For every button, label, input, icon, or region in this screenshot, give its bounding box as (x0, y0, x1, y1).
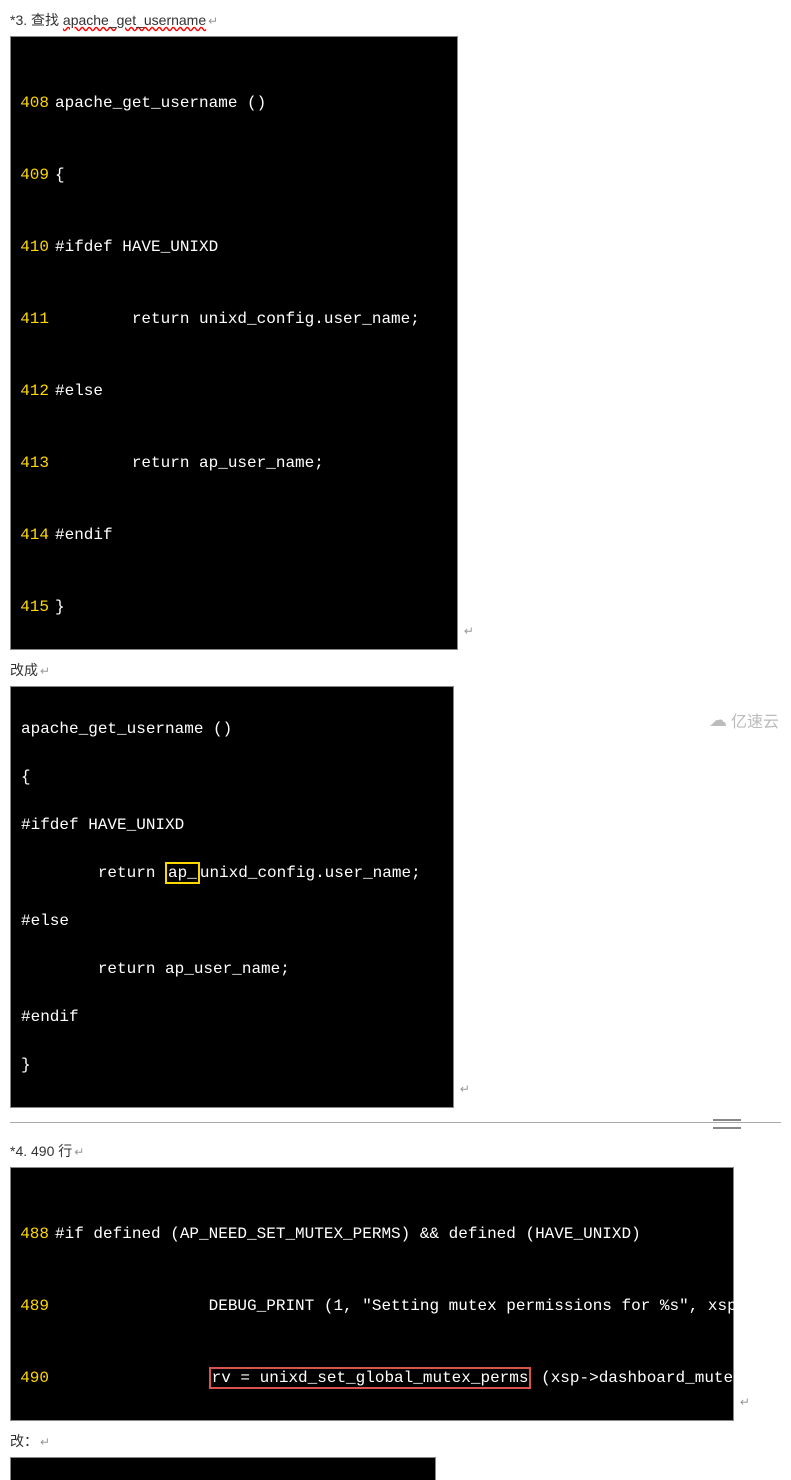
return-mark: ↵ (740, 1395, 750, 1409)
code-block-2: apache_get_username () { #ifdef HAVE_UNI… (10, 686, 454, 1108)
lineno: 490 (11, 1366, 55, 1390)
return-mark: ↵ (208, 14, 218, 28)
lineno: 489 (11, 1294, 55, 1318)
return-mark: ↵ (74, 1145, 84, 1159)
codeline: { (21, 765, 453, 789)
lineno: 413 (11, 451, 55, 475)
heading-text: *4. 490 行 (10, 1143, 72, 1159)
codeline: } (55, 595, 73, 619)
code-post: unixd_config.user_name; (200, 864, 421, 882)
lineno: 415 (11, 595, 55, 619)
highlight-ap: ap_ (165, 862, 200, 884)
lineno: 412 (11, 379, 55, 403)
codeline: apache_get_username () (55, 91, 274, 115)
codeline: #endif (21, 1005, 453, 1029)
codeline: #else (21, 909, 453, 933)
label-changeto: 改成↵ (10, 660, 781, 680)
codeline: #if defined (AP_NEED_SET_MUTEX_PERMS) &&… (55, 1222, 649, 1246)
codeline: #ifdef HAVE_UNIXD (21, 813, 453, 837)
codeline: return ap_unixd_config.user_name; (21, 861, 453, 885)
code-block-4: 488#if defined (AP_NEED_SET_MUTEX_PERMS)… (10, 1457, 436, 1480)
codeline: apache_get_username () (21, 717, 453, 741)
lineno: 488 (11, 1222, 55, 1246)
return-mark: ↵ (460, 1082, 470, 1096)
codeline: DEBUG_PRINT (1, "Setting mutex permissio… (55, 1294, 791, 1318)
codeline: #endif (55, 523, 121, 547)
lineno: 408 (11, 91, 55, 115)
lineno: 414 (11, 523, 55, 547)
cloud-icon: ☁ (709, 710, 727, 731)
codeline: return unixd_config.user_name; (55, 307, 428, 331)
code-block-1: 408apache_get_username () 409{ 410#ifdef… (10, 36, 458, 650)
lineno: 410 (11, 235, 55, 259)
section-divider (10, 1122, 781, 1123)
section4-heading: *4. 490 行↵ (10, 1141, 781, 1161)
heading-prefix: *3. 查找 (10, 12, 63, 28)
codeline: rv = unixd_set_global_mutex_perms (xsp->… (55, 1366, 770, 1390)
lineno: 411 (11, 307, 55, 331)
watermark-text: 亿速云 (731, 708, 779, 732)
section3-heading: *3. 查找 apache_get_username↵ (10, 10, 781, 30)
return-mark: ↵ (464, 624, 474, 638)
code-pre (55, 1369, 209, 1387)
code-pre: return (21, 864, 165, 882)
divider-handle-icon (713, 1119, 741, 1129)
label-text: 改成 (10, 662, 38, 678)
return-mark: ↵ (40, 664, 50, 678)
code-post: (xsp->dashboard_mutex); (531, 1369, 761, 1387)
code-block-3: 488#if defined (AP_NEED_SET_MUTEX_PERMS)… (10, 1167, 734, 1421)
return-mark: ↵ (40, 1435, 50, 1449)
label-text: 改： (10, 1433, 38, 1449)
label-change: 改：↵ (10, 1431, 781, 1451)
codeline: #else (55, 379, 111, 403)
codeline: { (55, 163, 73, 187)
lineno: 409 (11, 163, 55, 187)
codeline: } (21, 1053, 453, 1077)
heading-term: apache_get_username (63, 12, 206, 28)
codeline: return ap_user_name; (55, 451, 332, 475)
codeline: #ifdef HAVE_UNIXD (55, 235, 226, 259)
watermark: ☁ 亿速云 (709, 708, 779, 732)
codeline: return ap_user_name; (21, 957, 453, 981)
highlight-red-expr: rv = unixd_set_global_mutex_perms (209, 1367, 532, 1389)
